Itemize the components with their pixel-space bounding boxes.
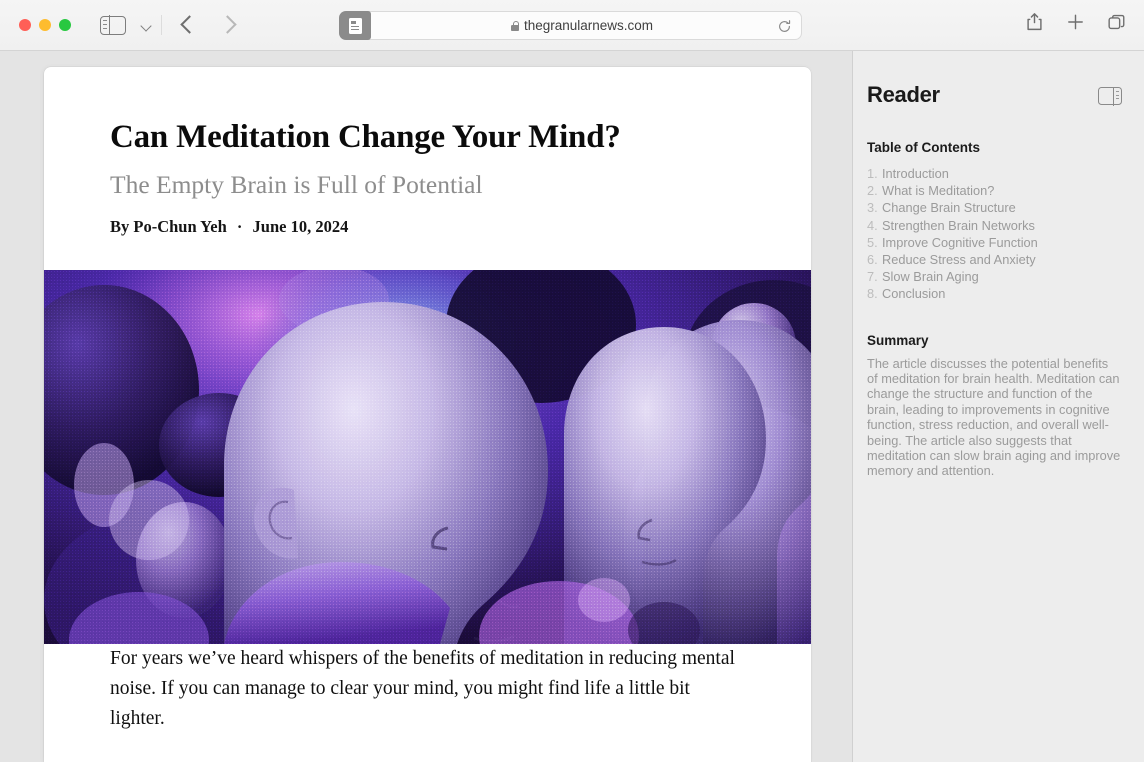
toc-item-label: Introduction <box>882 166 949 181</box>
byline-separator: · <box>236 217 243 237</box>
toc-item[interactable]: 8. Conclusion <box>867 285 1122 302</box>
toc-item-label: Reduce Stress and Anxiety <box>882 252 1036 268</box>
toc-item[interactable]: 1. Introduction <box>867 165 1122 182</box>
toc-item[interactable]: 4. Strengthen Brain Networks <box>867 217 1122 234</box>
maximize-button[interactable] <box>59 19 71 31</box>
toc-item-label: Conclusion <box>882 286 946 302</box>
toc-item-number: 6. <box>867 252 878 268</box>
toc-item-label: Strengthen Brain Networks <box>882 217 1035 233</box>
toc-item[interactable]: 3. Change Brain Structure <box>867 199 1122 216</box>
chevron-left-icon[interactable] <box>174 10 204 40</box>
toc-item-label: What is Meditation? <box>882 183 995 199</box>
toc-item-number: 8. <box>867 286 878 302</box>
reader-view-icon[interactable] <box>339 11 371 40</box>
toolbar-divider <box>161 15 162 35</box>
toc-item-number: 5. <box>867 234 878 250</box>
summary-text: The article discusses the potential bene… <box>867 355 1121 479</box>
toc-item[interactable]: 5. Improve Cognitive Function <box>867 234 1122 251</box>
chevron-right-icon[interactable] <box>216 10 246 40</box>
plus-icon[interactable] <box>1065 11 1086 33</box>
url-text: thegranularnews.com <box>523 18 654 33</box>
byline-author: By Po-Chun Yeh <box>110 217 227 237</box>
toc-item-number: 4. <box>867 217 878 233</box>
browser-window: thegranularnews.com Can Meditation Chang… <box>0 0 1144 762</box>
toc-item[interactable]: 2. What is Meditation? <box>867 182 1122 199</box>
article-body: For years we’ve heard whispers of the be… <box>110 648 735 730</box>
article-byline: By Po-Chun Yeh · June 10, 2024 <box>110 217 745 237</box>
lock-icon <box>510 20 520 31</box>
sidebar-right-icon[interactable] <box>1098 86 1122 106</box>
sidebar-header: Reader <box>867 82 1122 108</box>
sidebar-left-icon[interactable] <box>100 14 126 36</box>
article-header: Can Meditation Change Your Mind? The Emp… <box>44 67 811 237</box>
nav-controls <box>71 10 246 40</box>
toc-item-number: 7. <box>867 269 878 285</box>
toc-item[interactable]: 7. Slow Brain Aging <box>867 268 1122 285</box>
toc-item-number: 3. <box>867 200 878 216</box>
reader-sidebar: Reader Table of Contents 1. Introduction 2… <box>853 51 1144 762</box>
toc-item-label: Change Brain Structure <box>882 200 1016 216</box>
page-title: Can Meditation Change Your Mind? <box>110 119 621 155</box>
url-display: thegranularnews.com <box>343 18 801 33</box>
close-button[interactable] <box>19 19 31 31</box>
toc-heading: Table of Contents <box>867 140 980 155</box>
toolbar-right-actions <box>1024 11 1127 33</box>
article-subtitle: The Empty Brain is Full of Potential <box>110 169 483 199</box>
toc-item-number: 2. <box>867 183 878 199</box>
reload-icon[interactable] <box>777 19 792 34</box>
tab-overview-icon[interactable] <box>1106 11 1127 33</box>
table-of-contents: 1. Introduction 2. What is Meditation? 3. Cha… <box>867 165 1122 303</box>
chevron-down-icon[interactable] <box>138 15 156 35</box>
browser-toolbar: thegranularnews.com <box>0 0 1144 51</box>
hero-image <box>44 270 811 644</box>
toc-item[interactable]: 6. Reduce Stress and Anxiety <box>867 251 1122 268</box>
toc-item-label: Improve Cognitive Function <box>882 234 1038 250</box>
address-bar[interactable]: thegranularnews.com <box>339 11 802 40</box>
byline-date: June 10, 2024 <box>252 217 349 237</box>
window-controls <box>19 19 71 31</box>
toc-item-number: 1. <box>867 166 878 181</box>
content-area: Can Meditation Change Your Mind? The Emp… <box>0 51 852 762</box>
sidebar-title: Reader <box>867 82 940 107</box>
reader-page: Can Meditation Change Your Mind? The Emp… <box>44 67 811 762</box>
minimize-button[interactable] <box>39 19 51 31</box>
share-icon[interactable] <box>1024 11 1045 33</box>
film-grain-overlay <box>44 270 811 644</box>
summary-heading: Summary <box>867 332 929 348</box>
toc-item-label: Slow Brain Aging <box>882 269 979 285</box>
